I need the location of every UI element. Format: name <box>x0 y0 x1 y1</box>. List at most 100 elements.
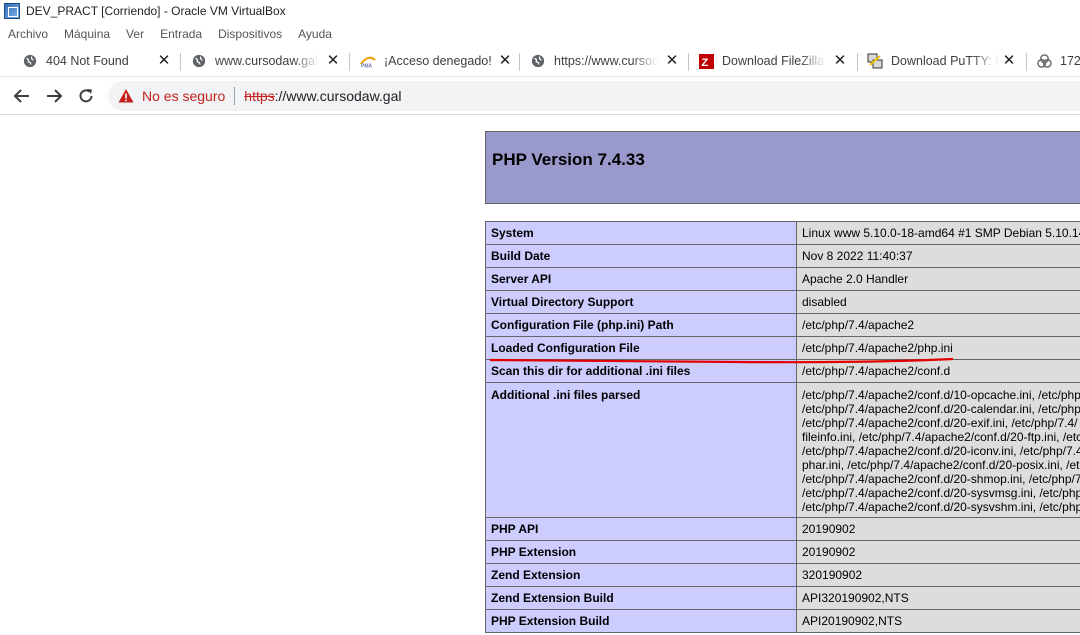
vm-window-titlebar: DEV_PRACT [Corriendo] - Oracle VM Virtua… <box>0 0 1080 22</box>
putty-icon <box>867 53 883 69</box>
tab-172[interactable]: 172 <box>1036 48 1080 74</box>
close-icon[interactable]: ✕ <box>664 53 680 69</box>
globe-icon <box>191 53 207 69</box>
ini-line: /etc/php/7.4/apache2/conf.d/20-sysvmsg.i… <box>802 486 1080 500</box>
close-icon[interactable]: ✕ <box>1001 53 1017 69</box>
security-status[interactable]: No es seguro <box>142 88 225 104</box>
row-key: Virtual Directory Support <box>485 290 797 314</box>
row-value: Apache 2.0 Handler <box>796 267 1080 291</box>
row-value: Linux www 5.10.0-18-amd64 #1 SMP Debian … <box>796 221 1080 245</box>
page-title: PHP Version 7.4.33 <box>492 150 645 169</box>
ini-line: fileinfo.ini, /etc/php/7.4/apache2/conf.… <box>802 430 1080 444</box>
tab-separator <box>349 53 350 71</box>
row-value: /etc/php/7.4/apache2 <box>796 313 1080 337</box>
tab-separator <box>180 53 181 71</box>
close-icon[interactable]: ✕ <box>325 53 341 69</box>
reload-button[interactable] <box>74 84 98 108</box>
tab-title: Download PuTTY: la <box>891 54 999 68</box>
table-row: PHP API 20190902 <box>485 517 1080 541</box>
browser-toolbar: No es seguro https://www.cursodaw.gal <box>0 77 1080 115</box>
ini-line: /etc/php/7.4/apache2/conf.d/20-calendar.… <box>802 402 1080 416</box>
tab-title: www.cursodaw.galp <box>215 54 319 68</box>
close-icon[interactable]: ✕ <box>497 53 513 69</box>
arrow-right-icon <box>47 89 63 103</box>
row-key: Zend Extension Build <box>485 586 797 610</box>
table-row: Virtual Directory Support disabled <box>485 290 1080 314</box>
php-version-header: PHP Version 7.4.33 <box>485 131 1080 204</box>
tab-title: 172 <box>1060 54 1080 68</box>
table-row: PHP Extension 20190902 <box>485 540 1080 564</box>
menu-maquina[interactable]: Máquina <box>64 27 110 41</box>
ini-line: /etc/php/7.4/apache2/conf.d/10-opcache.i… <box>802 388 1080 402</box>
ini-line: phar.ini, /etc/php/7.4/apache2/conf.d/20… <box>802 458 1080 472</box>
ini-line: /etc/php/7.4/apache2/conf.d/20-exif.ini,… <box>802 416 1078 430</box>
row-key: Zend Extension <box>485 563 797 587</box>
tab-strip: 404 Not Found ✕ www.cursodaw.galp ✕ PMA … <box>0 44 1080 77</box>
virtualbox-logo-icon <box>4 3 20 19</box>
forward-button[interactable] <box>42 84 66 108</box>
tab-separator <box>1026 53 1027 71</box>
globe-icon <box>22 53 38 69</box>
menu-entrada[interactable]: Entrada <box>160 27 202 41</box>
table-row: Zend Extension Build API320190902,NTS <box>485 586 1080 610</box>
row-value: Nov 8 2022 11:40:37 <box>796 244 1080 268</box>
tab-title: ¡Acceso denegado! <box>384 54 492 68</box>
menu-ayuda[interactable]: Ayuda <box>298 27 332 41</box>
row-key: PHP Extension <box>485 540 797 564</box>
table-row: PHP Extension Build API20190902,NTS <box>485 609 1080 633</box>
menu-dispositivos[interactable]: Dispositivos <box>218 27 282 41</box>
tab-title: 404 Not Found <box>46 54 129 68</box>
row-key: Configuration File (php.ini) Path <box>485 313 797 337</box>
row-key: PHP Extension Build <box>485 609 797 633</box>
menu-ver[interactable]: Ver <box>126 27 144 41</box>
close-icon[interactable]: ✕ <box>156 53 172 69</box>
row-key: Server API <box>485 267 797 291</box>
row-value: 20190902 <box>796 517 1080 541</box>
row-value: 20190902 <box>796 540 1080 564</box>
biohazard-icon <box>1036 53 1052 69</box>
svg-text:PMA: PMA <box>361 64 373 69</box>
reload-icon <box>79 89 93 103</box>
row-key: PHP API <box>485 517 797 541</box>
tab-https-cursodaw[interactable]: https://www.cursod ✕ <box>530 48 685 74</box>
url-text[interactable]: https://www.cursodaw.gal <box>244 88 401 104</box>
table-row: Zend Extension 320190902 <box>485 563 1080 587</box>
url-scheme: https <box>244 88 275 104</box>
filezilla-icon: Z <box>698 53 714 69</box>
warning-icon[interactable] <box>118 88 134 104</box>
svg-text:Z: Z <box>701 57 708 69</box>
omnibox-divider <box>234 87 236 105</box>
tab-separator <box>519 53 520 71</box>
tab-download-filezilla[interactable]: Z Download FileZilla C ✕ <box>698 48 853 74</box>
tab-cursodaw[interactable]: www.cursodaw.galp ✕ <box>191 48 346 74</box>
row-value: API20190902,NTS <box>796 609 1080 633</box>
row-value: API320190902,NTS <box>796 586 1080 610</box>
row-value: 320190902 <box>796 563 1080 587</box>
row-value: disabled <box>796 290 1080 314</box>
tab-download-putty[interactable]: Download PuTTY: la ✕ <box>867 48 1022 74</box>
red-underline-annotation <box>489 357 954 364</box>
table-row: Build Date Nov 8 2022 11:40:37 <box>485 244 1080 268</box>
tab-acceso-denegado[interactable]: PMA ¡Acceso denegado! ✕ <box>360 48 515 74</box>
address-bar[interactable]: No es seguro https://www.cursodaw.gal <box>108 81 1080 111</box>
row-key: System <box>485 221 797 245</box>
url-host: ://www.cursodaw.gal <box>274 88 402 104</box>
menu-archivo[interactable]: Archivo <box>8 27 48 41</box>
tab-404-not-found[interactable]: 404 Not Found ✕ <box>22 48 177 74</box>
tab-separator <box>688 53 689 71</box>
ini-line: /etc/php/7.4/apache2/conf.d/20-shmop.ini… <box>802 472 1080 486</box>
page-content: PHP Version 7.4.33 System Linux www 5.10… <box>0 116 1080 635</box>
tab-title: Download FileZilla C <box>722 54 826 68</box>
table-row: Configuration File (php.ini) Path /etc/p… <box>485 313 1080 337</box>
table-row: Server API Apache 2.0 Handler <box>485 267 1080 291</box>
ini-line: /etc/php/7.4/apache2/conf.d/20-iconv.ini… <box>802 444 1080 458</box>
row-key: Additional .ini files parsed <box>485 382 797 518</box>
tab-separator <box>857 53 858 71</box>
phpmyadmin-icon: PMA <box>360 53 376 69</box>
table-row: System Linux www 5.10.0-18-amd64 #1 SMP … <box>485 221 1080 245</box>
row-value-ini-list: /etc/php/7.4/apache2/conf.d/10-opcache.i… <box>796 382 1080 518</box>
back-button[interactable] <box>10 84 34 108</box>
arrow-left-icon <box>13 89 29 103</box>
close-icon[interactable]: ✕ <box>832 53 848 69</box>
vm-menubar: Archivo Máquina Ver Entrada Dispositivos… <box>0 24 340 44</box>
